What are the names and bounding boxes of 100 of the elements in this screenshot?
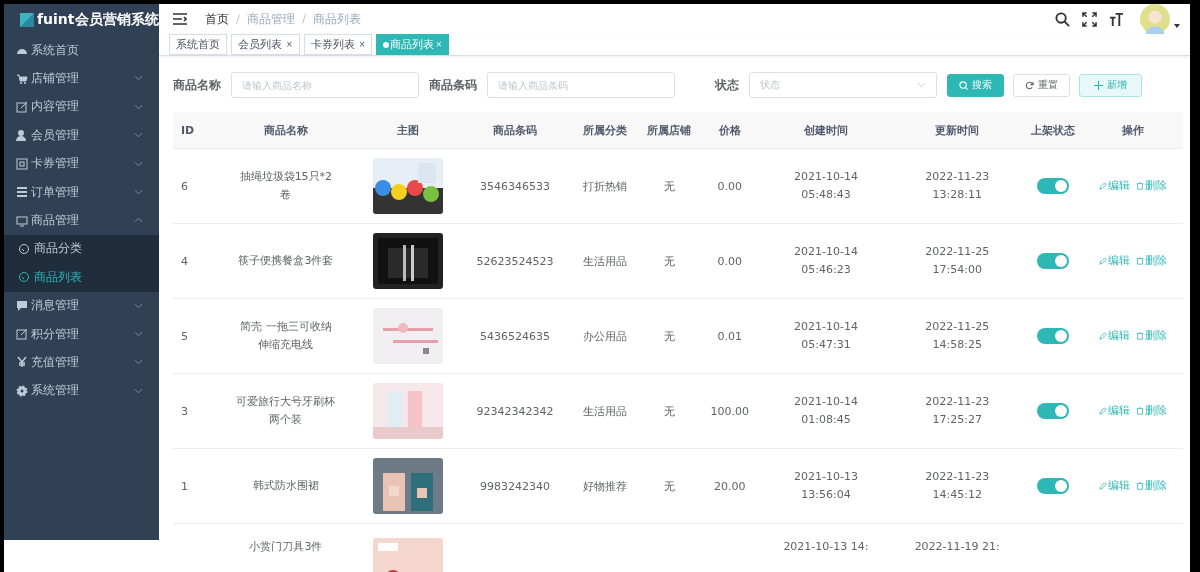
menu-label: 店铺管理 bbox=[31, 70, 79, 88]
menu-label: 消息管理 bbox=[31, 297, 79, 315]
table-cell: 0.01 bbox=[717, 329, 743, 343]
menu-item[interactable]: 积分管理 bbox=[4, 319, 159, 349]
table-cell: 无 bbox=[663, 254, 675, 268]
table-cell: 办公用品 bbox=[582, 329, 627, 343]
font-size-icon[interactable] bbox=[1109, 11, 1124, 27]
table-cell: 52623524523 bbox=[476, 254, 554, 268]
table-cell: 20.00 bbox=[714, 479, 746, 493]
table-cell: 无 bbox=[663, 179, 675, 193]
toggle-switch[interactable] bbox=[1037, 478, 1069, 494]
table-cell: 无 bbox=[663, 329, 675, 343]
column-header: 主图 bbox=[356, 112, 460, 149]
user-icon bbox=[16, 129, 28, 142]
edit-icon bbox=[16, 328, 28, 341]
column-header: 商品条码 bbox=[459, 112, 571, 149]
clock-icon bbox=[18, 271, 30, 284]
submenu-item[interactable]: 商品分类 bbox=[4, 234, 159, 264]
yen-icon bbox=[16, 356, 28, 369]
menu-item[interactable]: 消息管理 bbox=[4, 291, 159, 320]
trash-icon bbox=[1136, 182, 1145, 190]
column-header: ID bbox=[173, 112, 215, 149]
table-cell-text: 小赏门刀具3件 bbox=[249, 539, 323, 555]
message-icon bbox=[16, 299, 28, 312]
table-cell: 3 bbox=[181, 404, 188, 418]
toggle-switch[interactable] bbox=[1037, 178, 1069, 194]
tab[interactable]: 系统首页 bbox=[169, 34, 227, 55]
close-icon[interactable]: × bbox=[358, 40, 366, 49]
menu-item[interactable]: 卡券管理 bbox=[4, 149, 159, 178]
pencil-icon bbox=[1099, 257, 1108, 265]
clock-icon bbox=[18, 242, 30, 255]
menu-item[interactable]: 内容管理 bbox=[4, 92, 159, 122]
table-cell-text: 抽绳垃圾袋15只*2卷 bbox=[238, 169, 334, 203]
fullscreen-icon[interactable] bbox=[1082, 11, 1097, 27]
menu-item[interactable]: 商品管理 bbox=[4, 206, 159, 235]
toggle-switch[interactable] bbox=[1037, 253, 1069, 269]
menu-item[interactable]: 系统首页 bbox=[4, 36, 159, 65]
table-cell-text: 2022-11-23 14:45:12 bbox=[924, 469, 991, 503]
menu-item[interactable]: 订单管理 bbox=[4, 177, 159, 207]
breadcrumb-item: 商品管理 bbox=[247, 10, 295, 28]
menu-item[interactable]: 系统管理 bbox=[4, 376, 159, 406]
search-icon[interactable] bbox=[1055, 11, 1070, 27]
table-cell: 100.00 bbox=[710, 404, 750, 418]
active-dot-icon bbox=[383, 41, 390, 48]
menu-icon[interactable] bbox=[173, 13, 187, 25]
menu-label: 充值管理 bbox=[31, 354, 79, 371]
app-title: fuint会员营销系统 bbox=[37, 11, 159, 29]
table-cell-text: 2022-11-23 17:25:27 bbox=[924, 394, 991, 428]
table-cell-text: 2022-11-25 17:54:00 bbox=[924, 244, 991, 278]
toggle-switch[interactable] bbox=[1037, 403, 1069, 419]
breadcrumb-separator bbox=[302, 14, 306, 24]
table-cell: 5 bbox=[181, 329, 188, 343]
menu-item[interactable]: 会员管理 bbox=[4, 121, 159, 150]
table-cell-text: 2022-11-25 14:58:25 bbox=[924, 319, 991, 353]
table-cell-text: 2021-10-14 05:46:23 bbox=[793, 244, 859, 278]
tab[interactable]: 卡券列表 × bbox=[303, 34, 373, 55]
table-cell-text: 韩式防水围裙 bbox=[252, 478, 319, 494]
table-cell: 生活用品 bbox=[582, 404, 627, 418]
table-cell: 9983242340 bbox=[479, 479, 550, 493]
search-icon bbox=[959, 80, 968, 90]
gear-icon bbox=[16, 384, 28, 397]
table-cell: 6 bbox=[181, 179, 188, 193]
breadcrumb-item: 商品列表 bbox=[313, 10, 361, 28]
menu-label: 会员管理 bbox=[31, 126, 79, 144]
table-cell-text: 可爱旅行大号牙刷杯两个装 bbox=[235, 394, 336, 428]
menu-label: 订单管理 bbox=[31, 183, 79, 201]
filter-label: 商品名称 bbox=[173, 76, 221, 94]
table-cell: 3546346533 bbox=[479, 179, 550, 193]
table-cell-text: 简壳 一拖三可收纳伸缩充电线 bbox=[239, 319, 333, 353]
tab[interactable]: 会员列表 × bbox=[231, 34, 300, 55]
table-cell: 92342342342 bbox=[476, 404, 554, 418]
trash-icon bbox=[1136, 407, 1145, 415]
column-header: 更新时间 bbox=[891, 112, 1023, 149]
submenu-item[interactable]: 商品列表 bbox=[4, 263, 159, 292]
column-header: 操作 bbox=[1083, 112, 1183, 149]
edit-icon bbox=[16, 100, 28, 113]
menu-item[interactable]: 充值管理 bbox=[4, 348, 159, 377]
table-cell: 4 bbox=[181, 254, 188, 268]
pencil-icon bbox=[1099, 482, 1108, 490]
menu-label: 商品管理 bbox=[31, 212, 79, 230]
table-cell: 5436524635 bbox=[479, 329, 550, 343]
ticket-icon bbox=[16, 157, 28, 170]
table-cell-text: 2021-10-14 05:47:31 bbox=[793, 319, 859, 353]
table-cell-text: 筷子便携餐盒3件套 bbox=[238, 253, 334, 269]
breadcrumb-separator bbox=[236, 14, 240, 24]
column-header: 价格 bbox=[699, 112, 761, 149]
refresh-icon bbox=[1025, 80, 1034, 90]
close-icon[interactable]: × bbox=[286, 40, 293, 49]
breadcrumb-item[interactable]: 首页 bbox=[205, 10, 229, 28]
menu-item[interactable]: 店铺管理 bbox=[4, 64, 159, 93]
caret-icon[interactable] bbox=[1174, 24, 1180, 28]
filter-label: 状态 bbox=[715, 76, 739, 94]
reset-button[interactable]: 重置 bbox=[1013, 73, 1070, 97]
column-header: 上架状态 bbox=[1022, 112, 1084, 149]
table-cell: 0.00 bbox=[717, 179, 743, 193]
column-header: 所属店铺 bbox=[638, 112, 700, 149]
column-header: 所属分类 bbox=[570, 112, 639, 149]
table-cell-text: 2022-11-23 13:28:11 bbox=[924, 169, 991, 203]
table-cell: 好物推荐 bbox=[582, 479, 627, 493]
toggle-switch[interactable] bbox=[1037, 328, 1069, 344]
